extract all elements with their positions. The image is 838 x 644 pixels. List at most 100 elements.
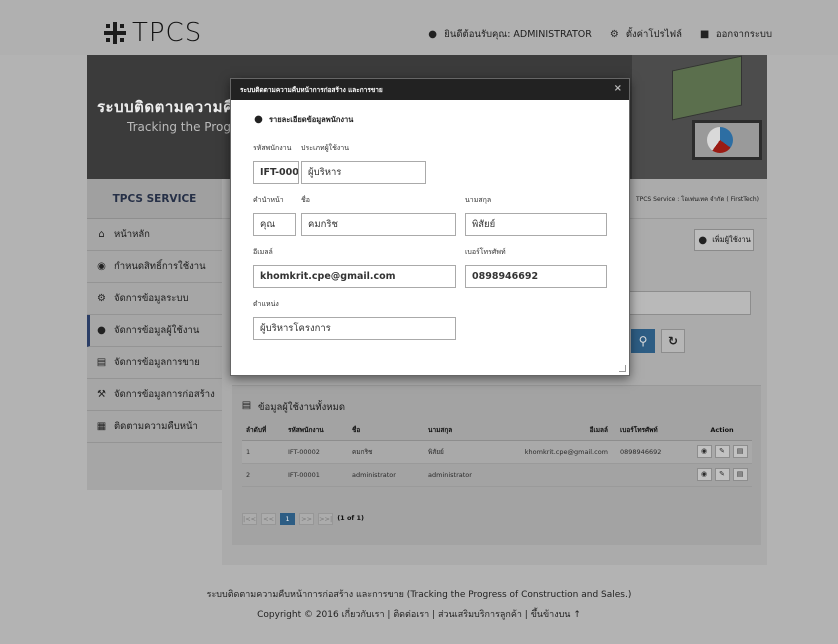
prev-page-button[interactable]: << (261, 513, 277, 525)
first-page-button[interactable]: |<< (242, 513, 258, 525)
cell (616, 463, 688, 487)
logo[interactable]: TPCS (104, 18, 202, 48)
last-name-label: นามสกุล (465, 196, 492, 204)
col-header[interactable]: อีเมลล์ (508, 421, 616, 441)
add-user-label: เพิ่มผู้ใช้งาน (712, 235, 751, 244)
sidebar: TPCS SERVICE ⌂ หน้าหลัก ◉ กำหนดสิทธิ์การใช… (87, 179, 222, 490)
emp-id-field[interactable] (253, 161, 299, 184)
table-row: 2 IFT-00001 administrator administrator … (242, 463, 752, 487)
user-icon: ● (428, 29, 438, 40)
pie-chart-image (707, 127, 733, 153)
welcome-text: ยินดีต้อนรับคุณ: ADMINISTRATOR (444, 29, 592, 40)
modal-title: ระบบติดตามความคืบหน้าการก่อสร้าง และการข… (231, 79, 629, 100)
col-header[interactable]: นามสกุล (424, 421, 508, 441)
last-page-button[interactable]: >>| (318, 513, 334, 525)
first-name-field[interactable] (301, 213, 456, 236)
sidebar-item-label: จัดการข้อมูลการขาย (114, 357, 200, 368)
cell: IFT-00002 (284, 440, 348, 464)
phone-field[interactable] (465, 265, 607, 288)
building-image (672, 55, 742, 121)
sidebar-item-sales[interactable]: ▤ จัดการข้อมูลการขาย (87, 347, 222, 379)
col-header: Action (688, 421, 752, 441)
page-1-button[interactable]: 1 (280, 513, 296, 525)
footer-title: ระบบติดตามความคืบหน้าการก่อสร้าง และการข… (206, 590, 632, 600)
view-icon[interactable]: ◉ (696, 468, 712, 481)
profile-text: ตั้งค่าโปรไฟล์ (625, 29, 682, 40)
cell: administrator (424, 463, 508, 487)
user-icon: ● (254, 114, 263, 125)
add-user-button[interactable]: ● เพิ่มผู้ใช้งาน (694, 229, 754, 251)
banner-subtitle: Tracking the Progre (127, 120, 243, 134)
sidebar-item-system[interactable]: ⚙ จัดการข้อมูลระบบ (87, 283, 222, 315)
cell (508, 463, 616, 487)
sidebar-item-permissions[interactable]: ◉ กำหนดสิทธิ์การใช้งาน (87, 251, 222, 283)
sidebar-item-construction[interactable]: ⚒ จัดการข้อมูลการก่อสร้าง (87, 379, 222, 411)
position-label: ตำแหน่ง (253, 300, 279, 308)
sidebar-item-users[interactable]: ● จัดการข้อมูลผู้ใช้งาน (87, 315, 222, 347)
sidebar-item-progress[interactable]: ▦ ติดตามความคืบหน้า (87, 411, 222, 443)
logo-text: TPCS (132, 18, 203, 48)
unlock-icon: ■ (699, 29, 710, 40)
close-icon[interactable]: × (614, 83, 622, 94)
cell: พิสัยย์ (424, 440, 508, 464)
col-header[interactable]: ชื่อ (348, 421, 424, 441)
refresh-button[interactable]: ↻ (661, 329, 685, 353)
edit-icon[interactable]: ✎ (714, 468, 730, 481)
sidebar-item-label: จัดการข้อมูลการก่อสร้าง (114, 389, 215, 400)
cell: IFT-00001 (284, 463, 348, 487)
modal-section-title: รายละเอียดข้อมูลพนักงาน (269, 115, 354, 124)
trash-icon[interactable]: ▤ (732, 468, 748, 481)
cell: คมกริช (348, 440, 424, 464)
banner-illustration (632, 55, 767, 179)
sidebar-item-label: จัดการข้อมูลผู้ใช้งาน (114, 325, 200, 336)
last-name-field[interactable] (465, 213, 607, 236)
refresh-icon: ↻ (667, 334, 679, 348)
emp-id-label: รหัสพนักงาน (253, 144, 292, 152)
gear-icon: ⚙ (609, 29, 619, 40)
panel-title: ข้อมูลผู้ใช้งานทั้งหมด (258, 402, 345, 413)
logout-link[interactable]: ■ ออกจากระบบ (700, 27, 772, 42)
chart-icon: ▦ (96, 421, 107, 432)
page: TPCS ● ยินดีต้อนรับคุณ: ADMINISTRATOR ⚙ ตั… (0, 0, 838, 644)
email-field[interactable] (253, 265, 456, 288)
edit-icon[interactable]: ✎ (714, 445, 730, 458)
users-table: ลำดับที่ รหัสพนักงาน ชื่อ นามสกุล อีเมลล… (242, 421, 752, 487)
col-header[interactable]: เบอร์โทรศัพท์ (616, 421, 688, 441)
trash-icon[interactable]: ▤ (732, 445, 748, 458)
col-header[interactable]: รหัสพนักงาน (284, 421, 348, 441)
sidebar-item-home[interactable]: ⌂ หน้าหลัก (87, 219, 222, 251)
profile-settings-link[interactable]: ⚙ ตั้งค่าโปรไฟล์ (610, 27, 682, 42)
cell: 0898946692 (616, 440, 688, 464)
cell: 2 (242, 463, 284, 487)
user-icon: ● (698, 234, 708, 246)
search-icon: ⚲ (638, 334, 648, 348)
logout-text: ออกจากระบบ (715, 29, 772, 40)
tpcs-logo-icon (104, 22, 126, 44)
cell: administrator (348, 463, 424, 487)
user-type-field[interactable] (301, 161, 426, 184)
sidebar-item-label: หน้าหลัก (114, 229, 150, 240)
page-count: (1 of 1) (337, 514, 364, 522)
next-page-button[interactable]: >> (299, 513, 315, 525)
action-cell: ◉ ✎ ▤ (688, 463, 752, 487)
pagination: |<< << 1 >> >>| (1 of 1) (242, 513, 364, 525)
col-header[interactable]: ลำดับที่ (242, 421, 284, 441)
cell: khomkrit.cpe@gmail.com (508, 440, 616, 464)
prefix-label: คำนำหน้า (253, 196, 284, 204)
phone-label: เบอร์โทรศัพท์ (465, 248, 506, 256)
welcome-user[interactable]: ● ยินดีต้อนรับคุณ: ADMINISTRATOR (428, 27, 592, 42)
position-field[interactable] (253, 317, 456, 340)
sidebar-heading: TPCS SERVICE (87, 179, 222, 219)
prefix-field[interactable] (253, 213, 296, 236)
resize-handle[interactable] (619, 365, 626, 372)
cell: 1 (242, 440, 284, 464)
action-cell: ◉ ✎ ▤ (688, 440, 752, 464)
footer: ระบบติดตามความคืบหน้าการก่อสร้าง และการข… (0, 585, 838, 625)
cart-icon: ▤ (96, 357, 107, 368)
view-icon[interactable]: ◉ (696, 445, 712, 458)
breadcrumb: TPCS Service : โอเพ่นเทค จำกัด ( FirstTe… (635, 196, 759, 203)
users-panel: ▤ ข้อมูลผู้ใช้งานทั้งหมด ลำดับที่ รหัสพนั… (232, 385, 761, 545)
search-button[interactable]: ⚲ (631, 329, 655, 353)
footer-links[interactable]: Copyright © 2016 เกี่ยวกับเรา | ติดต่อเร… (0, 605, 838, 625)
top-bar: TPCS ● ยินดีต้อนรับคุณ: ADMINISTRATOR ⚙ ตั… (0, 0, 838, 55)
